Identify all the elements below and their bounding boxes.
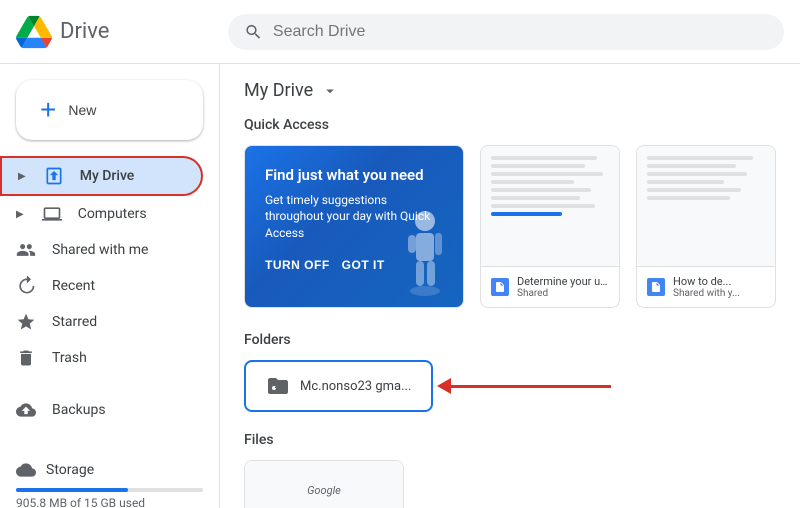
sidebar: + New ▶ My Drive ▶ Computers Shared wi	[0, 64, 220, 508]
promo-content: Find just what you need Get timely sugge…	[245, 146, 463, 296]
content-area: My Drive Quick Access Find just what you…	[220, 64, 800, 508]
storage-section: Storage 905.8 MB of 15 GB used UPGRADE S…	[0, 444, 219, 508]
new-button-label: New	[68, 102, 96, 118]
arrow-head	[437, 378, 451, 394]
doc-info-1: Determine your util... Shared	[481, 266, 619, 307]
sidebar-item-starred-label: Starred	[52, 314, 97, 330]
file-preview-img: Google	[245, 461, 403, 508]
folder-grid: Mc.nonso23 gma...	[244, 360, 776, 412]
storage-bar-fill	[16, 488, 128, 492]
sidebar-item-backups-label: Backups	[52, 402, 106, 418]
doc-preview-2	[637, 146, 775, 266]
storage-used-text: 905.8 MB of 15 GB used	[16, 496, 203, 508]
promo-title: Find just what you need	[265, 166, 443, 186]
page-header: My Drive	[244, 80, 776, 101]
sidebar-item-my-drive[interactable]: ▶ My Drive	[0, 156, 203, 196]
folder-name-1: Mc.nonso23 gma...	[300, 379, 411, 394]
search-icon	[244, 22, 263, 42]
doc-name-2: How to de...	[673, 275, 765, 288]
logo-area: Drive	[16, 14, 216, 50]
sidebar-item-shared[interactable]: Shared with me	[0, 232, 203, 268]
cloud-icon	[16, 460, 36, 480]
doc-preview-1	[481, 146, 619, 266]
turn-off-button[interactable]: TURN OFF	[265, 254, 330, 276]
file-card-1[interactable]: Google	[244, 460, 404, 508]
folder-icon	[266, 374, 290, 398]
my-drive-icon	[44, 166, 64, 186]
sidebar-item-shared-label: Shared with me	[52, 242, 148, 258]
sidebar-item-backups[interactable]: Backups	[0, 392, 203, 428]
chevron-icon-computers: ▶	[16, 209, 24, 220]
sidebar-item-my-drive-label: My Drive	[80, 168, 135, 184]
chevron-icon: ▶	[18, 171, 26, 182]
storage-label: Storage	[46, 462, 94, 478]
recent-icon	[16, 276, 36, 296]
doc-shared-1: Shared	[517, 288, 609, 299]
trash-icon	[16, 348, 36, 368]
quick-access-promo-card: Find just what you need Get timely sugge…	[244, 145, 464, 308]
folders-title: Folders	[244, 332, 776, 348]
shared-icon	[16, 240, 36, 260]
doc-shared-2: Shared with y...	[673, 288, 765, 299]
sidebar-item-starred[interactable]: Starred	[0, 304, 203, 340]
app-title: Drive	[60, 19, 109, 44]
main-layout: + New ▶ My Drive ▶ Computers Shared wi	[0, 64, 800, 508]
sidebar-item-trash[interactable]: Trash	[0, 340, 203, 376]
new-button[interactable]: + New	[16, 80, 203, 140]
got-it-button[interactable]: GOT IT	[342, 254, 385, 276]
backup-icon	[16, 400, 36, 420]
arrow-annotation	[437, 378, 611, 394]
sidebar-item-computers[interactable]: ▶ Computers	[0, 196, 203, 232]
dropdown-arrow-icon[interactable]	[321, 82, 339, 100]
promo-figure-icon	[398, 206, 453, 296]
top-bar: Drive	[0, 0, 800, 64]
drive-logo-icon	[16, 14, 52, 50]
doc-name-1: Determine your util...	[517, 275, 609, 288]
storage-bar	[16, 488, 203, 492]
files-title: Files	[244, 432, 776, 448]
search-bar[interactable]	[228, 14, 784, 50]
doc-icon-1	[491, 278, 509, 296]
search-input[interactable]	[273, 23, 768, 41]
files-section: Files Google	[244, 432, 776, 508]
quick-access-grid: Find just what you need Get timely sugge…	[244, 145, 776, 308]
star-icon	[16, 312, 36, 332]
doc-card-1[interactable]: Determine your util... Shared	[480, 145, 620, 308]
plus-icon: +	[40, 96, 56, 124]
doc-icon-2	[647, 278, 665, 296]
doc-card-2[interactable]: How to de... Shared with y...	[636, 145, 776, 308]
sidebar-item-recent-label: Recent	[52, 278, 95, 294]
sidebar-item-trash-label: Trash	[52, 350, 87, 366]
folders-section: Folders Mc.nonso23 gma...	[244, 332, 776, 412]
sidebar-item-recent[interactable]: Recent	[0, 268, 203, 304]
folder-item-1[interactable]: Mc.nonso23 gma...	[244, 360, 433, 412]
sidebar-item-computers-label: Computers	[78, 206, 147, 222]
quick-access-title: Quick Access	[244, 117, 776, 133]
doc-info-2: How to de... Shared with y...	[637, 266, 775, 307]
arrow-line	[451, 385, 611, 388]
quick-access-section: Quick Access Find just what you need Get…	[244, 117, 776, 308]
page-title: My Drive	[244, 80, 313, 101]
computers-icon	[42, 204, 62, 224]
